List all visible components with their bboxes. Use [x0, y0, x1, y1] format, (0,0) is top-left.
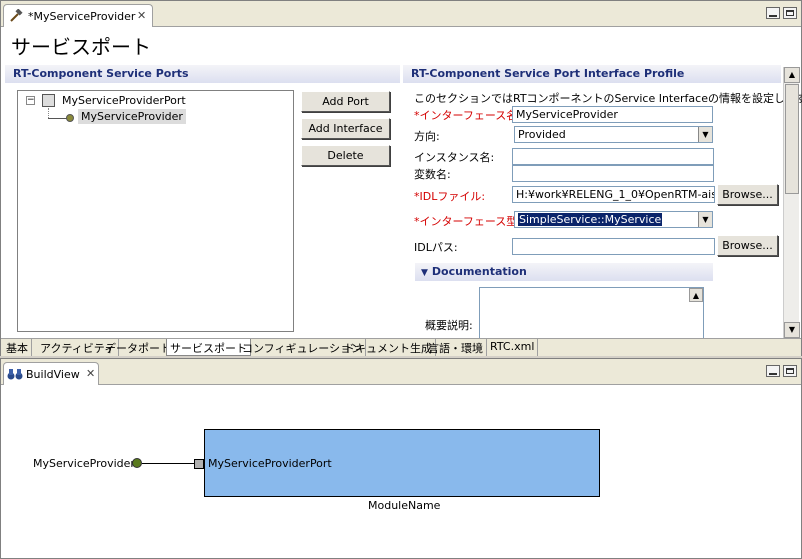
scroll-down-icon[interactable]: ▼ [784, 322, 800, 338]
hammer-icon [10, 9, 23, 22]
direction-value: Provided [518, 128, 566, 141]
summary-textarea[interactable]: ▲ [479, 287, 704, 339]
idl-file-browse-button[interactable]: Browse... [717, 184, 778, 205]
module-name-label: ModuleName [368, 499, 441, 512]
tree-connector [48, 108, 49, 118]
service-connector-line [142, 463, 194, 464]
ports-tree[interactable]: − MyServiceProviderPort MyServiceProvide… [17, 90, 294, 332]
interface-type-combo[interactable]: SimpleService::MyService ▼ [514, 211, 713, 228]
editor-tab-title: *MyServiceProvider [28, 10, 136, 23]
documentation-section-header[interactable]: ▼ Documentation [415, 263, 713, 281]
tab-rtcxml[interactable]: RTC.xml [487, 339, 539, 356]
chevron-down-icon[interactable]: ▼ [698, 127, 712, 142]
scroll-up-icon[interactable]: ▲ [784, 67, 800, 83]
tree-child-label[interactable]: MyServiceProvider [78, 109, 186, 124]
build-view-tab-title: BuildView [26, 368, 80, 381]
idl-file-label: *IDLファイル: [414, 190, 486, 203]
maximize-button[interactable] [783, 7, 797, 19]
minimize-button[interactable] [766, 365, 780, 377]
service-provider-dot[interactable] [132, 458, 142, 468]
idl-path-browse-button[interactable]: Browse... [717, 235, 778, 256]
idl-path-field[interactable] [512, 238, 715, 255]
summary-label: 概要説明: [425, 319, 473, 332]
interface-profile-section-title: RT-Component Service Port Interface Prof… [403, 65, 781, 83]
service-port-square[interactable] [194, 459, 204, 469]
scroll-thumb[interactable] [785, 84, 799, 194]
build-view-panel: BuildView ✕ MyServiceProvider MyServiceP… [0, 358, 802, 559]
close-icon[interactable]: ✕ [137, 9, 146, 22]
page-tabs: 基本 アクティビティ データポート サービスポート コンフィギュレーション ドキ… [1, 338, 801, 356]
build-view-tab-bar: BuildView ✕ [1, 359, 801, 385]
idl-path-label: IDLパス: [414, 241, 458, 254]
close-icon[interactable]: ✕ [86, 367, 95, 380]
port-icon [42, 94, 55, 107]
service-label: MyServiceProvider [33, 457, 135, 470]
chevron-down-icon[interactable]: ▼ [698, 212, 712, 227]
documentation-title: Documentation [431, 265, 527, 278]
editor-panel: *MyServiceProvider ✕ サービスポート RT-Componen… [0, 0, 802, 356]
binoculars-icon [7, 369, 23, 380]
scroll-up-icon[interactable]: ▲ [689, 288, 703, 302]
tab-documentation[interactable]: ドキュメント生成 [341, 339, 436, 356]
add-port-button[interactable]: Add Port [301, 91, 390, 112]
add-interface-button[interactable]: Add Interface [301, 118, 390, 139]
maximize-button[interactable] [783, 365, 797, 377]
build-view-tab[interactable]: BuildView ✕ [3, 362, 99, 385]
port-label: MyServiceProviderPort [208, 457, 332, 470]
minimize-button[interactable] [766, 7, 780, 19]
direction-select[interactable]: Provided ▼ [514, 126, 713, 143]
tab-basic[interactable]: 基本 [3, 339, 32, 356]
page-title: サービスポート [11, 35, 151, 59]
direction-label: 方向: [414, 130, 440, 143]
editor-tab-bar: *MyServiceProvider ✕ [1, 1, 801, 27]
tab-language[interactable]: 言語・環境 [425, 339, 487, 356]
instance-name-label: インスタンス名: [414, 151, 495, 164]
service-ports-section-title: RT-Component Service Ports [5, 65, 400, 83]
service-interface-icon [66, 114, 74, 122]
editor-scrollbar[interactable]: ▲ ▼ [783, 67, 800, 338]
variable-name-field[interactable] [512, 165, 714, 182]
chevron-down-icon: ▼ [421, 268, 428, 278]
interface-name-label: *インターフェース名: [414, 109, 521, 122]
interface-type-value: SimpleService::MyService [518, 213, 663, 226]
variable-name-label: 変数名: [414, 168, 451, 181]
idl-file-field[interactable]: H:¥work¥RELENG_1_0¥OpenRTM-aist¥e [512, 186, 715, 203]
tree-connector-h [48, 118, 68, 119]
delete-button[interactable]: Delete [301, 145, 390, 166]
interface-type-label: *インターフェース型: [414, 215, 521, 228]
editor-tab[interactable]: *MyServiceProvider ✕ [3, 4, 153, 27]
tab-dataport[interactable]: データポート [102, 339, 175, 356]
collapse-toggle[interactable]: − [26, 96, 35, 105]
section-description: このセクションではRTコンポーネントのService Interfaceの情報を… [414, 92, 802, 105]
instance-name-field[interactable] [512, 148, 714, 165]
interface-name-field[interactable]: MyServiceProvider [512, 106, 713, 123]
tree-root-label[interactable]: MyServiceProviderPort [62, 94, 186, 107]
